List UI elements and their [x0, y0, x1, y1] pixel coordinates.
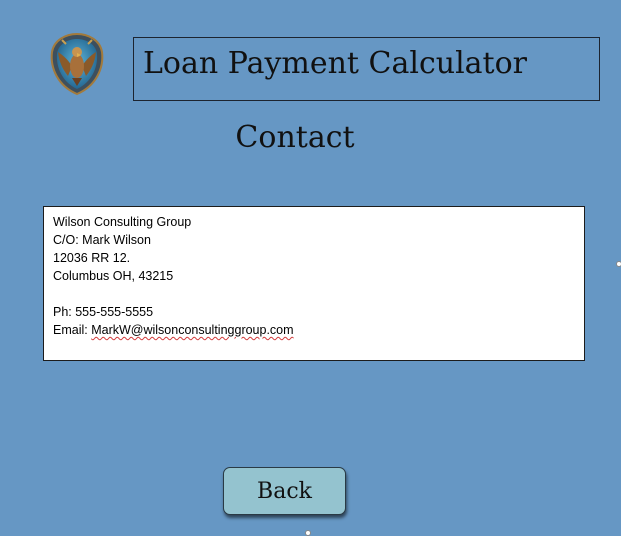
page-title: Loan Payment Calculator: [143, 46, 528, 81]
contact-info-box[interactable]: Wilson Consulting Group C/O: Mark Wilson…: [43, 206, 585, 361]
resize-handle-bottom[interactable]: [305, 530, 311, 536]
contact-care-of: C/O: Mark Wilson: [53, 233, 151, 247]
contact-phone: Ph: 555-555-5555: [53, 305, 154, 319]
contact-company: Wilson Consulting Group: [53, 215, 192, 229]
resize-handle-right[interactable]: [616, 261, 621, 267]
contact-city: Columbus OH, 43215: [53, 269, 174, 283]
email-label: Email:: [53, 323, 92, 337]
contact-address: 12036 RR 12.: [53, 251, 131, 265]
page-subtitle: Contact: [235, 120, 355, 155]
contact-email-row: Email: MarkW@wilsonconsultinggroup.com: [53, 321, 575, 339]
back-button[interactable]: Back: [223, 467, 346, 515]
title-box: Loan Payment Calculator: [133, 37, 600, 101]
email-value: MarkW@wilsonconsultinggroup.com: [91, 323, 294, 337]
eagle-crest-icon: [48, 30, 106, 98]
